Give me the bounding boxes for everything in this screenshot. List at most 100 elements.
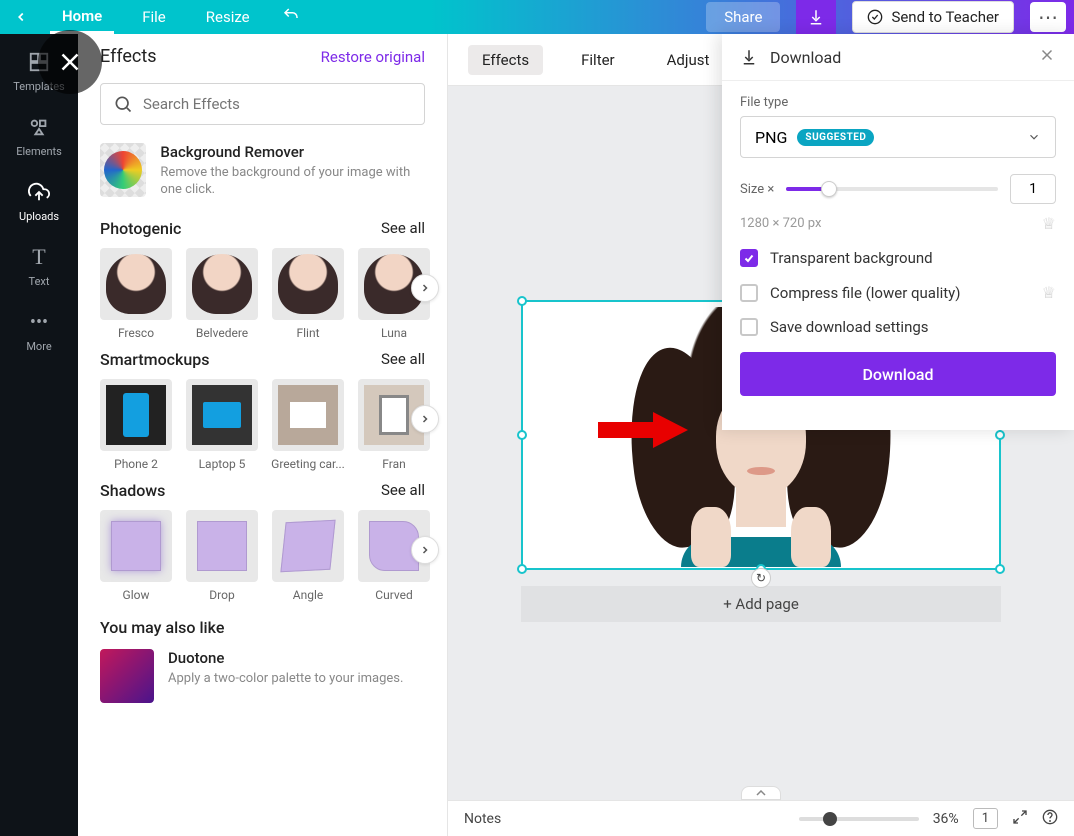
row-next-icon[interactable] [411,536,439,564]
size-slider[interactable] [786,187,998,191]
section-title-shadows: Shadows [100,481,165,500]
menu-file[interactable]: File [130,2,178,32]
rail-label: Text [29,275,50,288]
page-handle-icon[interactable] [741,786,781,800]
tab-effects[interactable]: Effects [468,45,543,75]
resize-handle[interactable] [517,564,527,574]
mockup-phone[interactable]: Phone 2 [100,379,172,471]
mockup-laptop[interactable]: Laptop 5 [186,379,258,471]
suggested-badge: SUGGESTED [797,129,874,146]
rail-elements[interactable]: Elements [16,115,62,158]
menu-home[interactable]: Home [50,1,114,34]
send-to-teacher-button[interactable]: Send to Teacher [852,1,1014,33]
size-label: Size × [740,182,774,197]
transparent-label: Transparent background [770,249,933,267]
shadow-glow[interactable]: Glow [100,510,172,602]
save-settings-checkbox[interactable] [740,318,758,336]
back-chevron-icon[interactable] [8,4,34,30]
zoom-slider[interactable] [799,817,919,821]
pro-icon: ♕ [1042,283,1056,302]
resize-handle[interactable] [517,296,527,306]
rail-more[interactable]: ••• More [26,310,51,353]
chevron-down-icon [1027,130,1041,144]
file-type-label: File type [740,95,1056,110]
shadow-angle[interactable]: Angle [272,510,344,602]
rail-text[interactable]: T Text [27,245,51,288]
file-type-value: PNG [755,128,787,147]
search-icon [113,94,133,114]
duotone-thumb [100,649,154,703]
elements-icon [27,115,51,139]
section-title-photogenic: Photogenic [100,219,181,238]
bg-remover-desc: Remove the background of your image with… [160,165,425,199]
search-input[interactable] [143,95,412,113]
pro-icon: ♕ [1042,214,1056,233]
help-icon[interactable] [1042,809,1058,829]
effect-duotone[interactable]: Duotone Apply a two-color palette to you… [100,649,425,703]
section-title-also: You may also like [100,618,425,637]
bg-remover-title: Background Remover [160,143,425,161]
duotone-desc: Apply a two-color palette to your images… [168,671,403,688]
resize-handle[interactable] [517,430,527,440]
more-icon: ••• [27,310,51,334]
rail-uploads[interactable]: Uploads [19,180,59,223]
transparent-bg-checkbox[interactable]: Transparent background [740,249,1056,267]
bottom-bar: Notes 36% 1 [448,800,1074,836]
mockup-card[interactable]: Greeting car... [272,379,344,471]
section-title-smartmockups: Smartmockups [100,350,209,369]
rail-label: Elements [16,145,62,158]
file-type-select[interactable]: PNG SUGGESTED [740,116,1056,158]
resize-handle[interactable] [995,430,1005,440]
topbar: Home File Resize Share Send to Teacher ⋯ [0,0,1074,34]
bg-remover-thumb [100,143,146,197]
zoom-value: 36% [933,811,959,827]
close-download-icon[interactable] [1038,46,1056,68]
notes-button[interactable]: Notes [464,811,501,827]
rail-label: Uploads [19,210,59,223]
restore-original-link[interactable]: Restore original [321,48,425,66]
search-effects[interactable] [100,83,425,125]
download-title: Download [770,48,841,67]
tab-filter[interactable]: Filter [567,45,629,75]
nav-rail: Templates Elements Uploads T Text ••• Mo… [0,34,78,836]
panel-title: Effects [100,46,157,67]
seeall-smartmockups[interactable]: See all [381,350,425,368]
tab-adjust[interactable]: Adjust [653,45,724,75]
row-next-icon[interactable] [411,405,439,433]
effect-flint[interactable]: Flint [272,248,344,340]
send-label: Send to Teacher [891,8,999,26]
row-next-icon[interactable] [411,274,439,302]
resize-handle[interactable] [995,564,1005,574]
download-button[interactable]: Download [740,352,1056,396]
background-remover-card[interactable]: Background Remover Remove the background… [100,143,425,199]
undo-icon[interactable] [278,0,304,34]
add-page-button[interactable]: ↻ + Add page [521,586,1001,622]
checkbox-icon[interactable] [740,249,758,267]
close-panel-icon[interactable] [38,30,102,94]
annotation-arrow-icon [598,410,688,450]
uploads-icon [27,180,51,204]
dimensions-text: 1280 × 720 px [740,216,821,231]
seeall-photogenic[interactable]: See all [381,219,425,237]
reload-icon[interactable]: ↻ [751,568,771,588]
fullscreen-icon[interactable] [1012,809,1028,829]
shadow-drop[interactable]: Drop [186,510,258,602]
seeall-shadows[interactable]: See all [381,481,425,499]
effect-fresco[interactable]: Fresco [100,248,172,340]
download-icon-button[interactable] [796,0,836,34]
more-options-button[interactable]: ⋯ [1030,2,1066,32]
duotone-title: Duotone [168,649,403,667]
compress-label: Compress file (lower quality) [770,284,960,302]
text-icon: T [27,245,51,269]
page-count[interactable]: 1 [973,808,998,829]
compress-checkbox[interactable] [740,284,758,302]
slider-knob[interactable] [821,181,837,197]
rail-label: More [26,340,51,353]
effect-belvedere[interactable]: Belvedere [186,248,258,340]
download-icon [740,48,758,66]
share-button[interactable]: Share [706,2,780,32]
add-page-label: + Add page [723,595,799,613]
download-panel: Download File type PNG SUGGESTED Size × … [722,34,1074,430]
menu-resize[interactable]: Resize [194,2,262,32]
size-value[interactable]: 1 [1010,174,1056,204]
